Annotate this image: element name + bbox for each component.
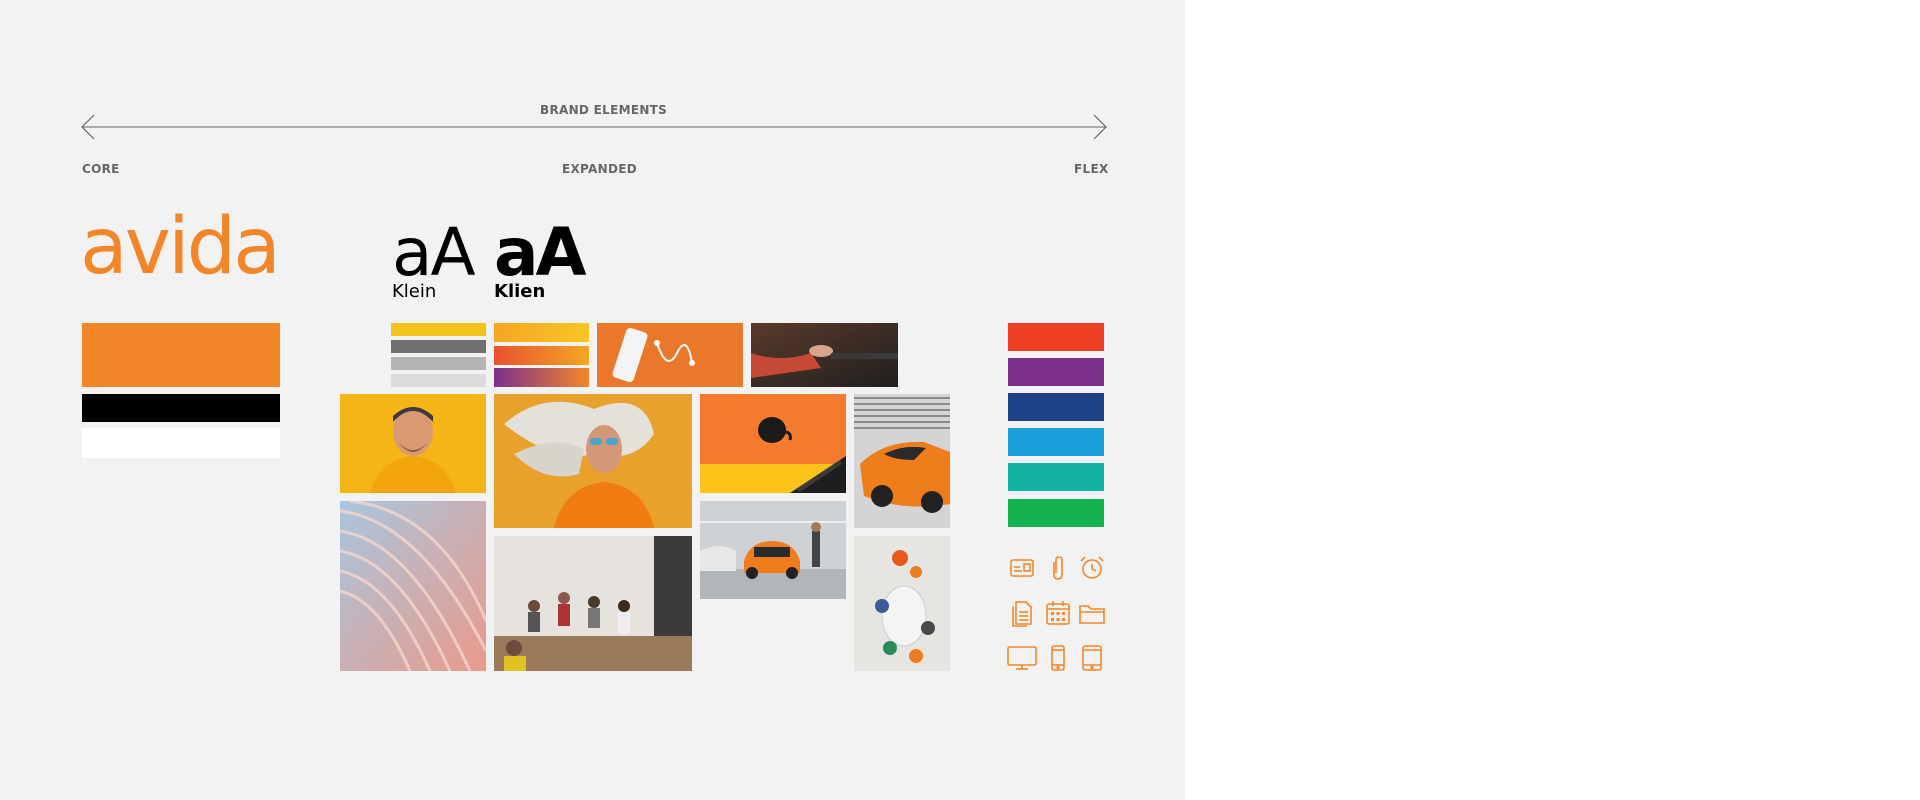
folder-icon bbox=[1078, 599, 1106, 627]
expanded-label: EXPANDED bbox=[562, 162, 637, 176]
smartphone-icon bbox=[1044, 644, 1072, 672]
people-in-cafe-photo bbox=[494, 536, 692, 671]
paperclip-icon bbox=[1044, 554, 1072, 582]
monitor-icon bbox=[1006, 644, 1038, 672]
flex-swatch-red bbox=[1008, 323, 1104, 351]
gradient-bar-purple-orange bbox=[494, 368, 589, 387]
typography-sample-light: aA bbox=[392, 214, 476, 291]
aerial-table-people-photo bbox=[854, 536, 950, 671]
core-swatch-orange bbox=[82, 323, 280, 387]
hand-on-device-photo bbox=[751, 323, 898, 387]
orange-sports-car-photo bbox=[854, 394, 950, 528]
car-showroom-photo bbox=[700, 501, 846, 599]
document-icon bbox=[1008, 599, 1036, 627]
typography-caption-light: Klein bbox=[392, 281, 437, 302]
alarm-clock-icon bbox=[1078, 554, 1106, 582]
expanded-bar-light-gray bbox=[391, 374, 486, 387]
typography-caption-bold: Klien bbox=[494, 281, 546, 302]
flex-swatch-sky-blue bbox=[1008, 428, 1104, 456]
flex-swatch-purple bbox=[1008, 358, 1104, 386]
gradient-bar-red-orange bbox=[494, 346, 589, 365]
woman-gray-hair-sunglasses-photo bbox=[494, 394, 692, 528]
phone-earbuds-photo bbox=[597, 323, 743, 387]
core-swatch-white bbox=[82, 428, 280, 458]
core-swatch-black bbox=[82, 394, 280, 422]
abstract-pink-blue-curves-photo bbox=[340, 501, 486, 671]
expanded-bar-dark-gray bbox=[391, 340, 486, 353]
typography-sample-bold: aA bbox=[494, 214, 587, 291]
tablet-icon bbox=[1078, 644, 1106, 672]
smiling-man-yellow-sweater-photo bbox=[340, 394, 486, 493]
flex-swatch-green bbox=[1008, 499, 1104, 527]
core-label: CORE bbox=[82, 162, 120, 176]
brand-elements-title: BRAND ELEMENTS bbox=[540, 103, 668, 117]
brand-elements-arrow bbox=[81, 114, 1107, 140]
flex-label: FLEX bbox=[1074, 162, 1109, 176]
flex-swatch-navy bbox=[1008, 393, 1104, 421]
flex-swatch-teal bbox=[1008, 463, 1104, 491]
calendar-icon bbox=[1044, 599, 1072, 627]
avida-logo: avida bbox=[80, 202, 281, 292]
expanded-bar-yellow bbox=[391, 323, 486, 336]
coffee-cup-keyboard-photo bbox=[700, 394, 846, 493]
expanded-bar-mid-gray bbox=[391, 357, 486, 370]
id-card-icon bbox=[1008, 554, 1036, 582]
gradient-bar-yellow-orange bbox=[494, 323, 589, 342]
